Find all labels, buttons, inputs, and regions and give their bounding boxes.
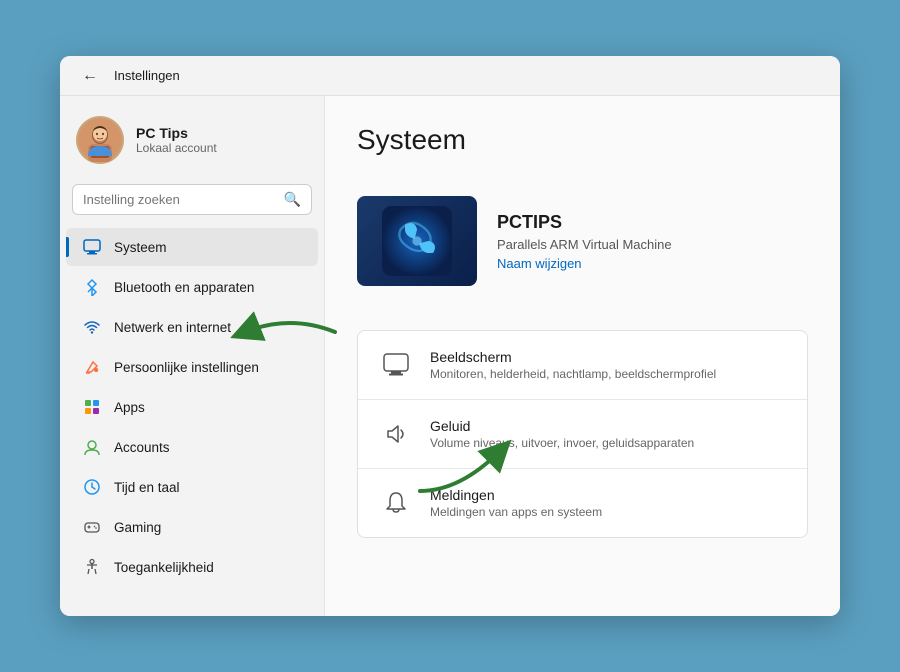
user-info: PC Tips Lokaal account xyxy=(136,125,217,155)
geluid-desc: Volume niveaus, uitvoer, invoer, geluids… xyxy=(430,436,694,450)
apps-icon xyxy=(82,397,102,417)
sidebar-item-persoonlijk[interactable]: Persoonlijke instellingen xyxy=(66,348,318,386)
titlebar: ← Instellingen xyxy=(60,56,840,96)
clock-icon xyxy=(82,477,102,497)
search-input[interactable] xyxy=(83,192,276,207)
beeldscherm-desc: Monitoren, helderheid, nachtlamp, beelds… xyxy=(430,367,716,381)
user-name: PC Tips xyxy=(136,125,217,141)
sidebar-item-toegankelijkheid[interactable]: Toegankelijkheid xyxy=(66,548,318,586)
window-title: Instellingen xyxy=(114,68,180,83)
device-info: PCTIPS Parallels ARM Virtual Machine Naa… xyxy=(497,212,672,271)
sidebar-label-gaming: Gaming xyxy=(114,520,161,535)
sidebar-item-netwerk[interactable]: Netwerk en internet xyxy=(66,308,318,346)
beeldscherm-icon xyxy=(378,347,414,383)
sidebar-item-tijd[interactable]: Tijd en taal xyxy=(66,468,318,506)
meldingen-text: Meldingen Meldingen van apps en systeem xyxy=(430,487,602,519)
device-description: Parallels ARM Virtual Machine xyxy=(497,237,672,252)
user-subtitle: Lokaal account xyxy=(136,141,217,155)
device-name: PCTIPS xyxy=(497,212,672,233)
meldingen-title: Meldingen xyxy=(430,487,602,503)
meldingen-desc: Meldingen van apps en systeem xyxy=(430,505,602,519)
settings-item-meldingen[interactable]: Meldingen Meldingen van apps en systeem xyxy=(358,469,807,537)
device-card: PCTIPS Parallels ARM Virtual Machine Naa… xyxy=(357,180,808,302)
accessibility-icon xyxy=(82,557,102,577)
beeldscherm-text: Beeldscherm Monitoren, helderheid, nacht… xyxy=(430,349,716,381)
sidebar-item-systeem[interactable]: Systeem xyxy=(66,228,318,266)
beeldscherm-title: Beeldscherm xyxy=(430,349,716,365)
device-thumbnail xyxy=(357,196,477,286)
sidebar-label-persoonlijk: Persoonlijke instellingen xyxy=(114,360,259,375)
avatar xyxy=(76,116,124,164)
sidebar-label-systeem: Systeem xyxy=(114,240,167,255)
paint-icon xyxy=(82,357,102,377)
sidebar-label-toegankelijkheid: Toegankelijkheid xyxy=(114,560,214,575)
sidebar-label-bluetooth: Bluetooth en apparaten xyxy=(114,280,254,295)
sidebar-label-tijd: Tijd en taal xyxy=(114,480,180,495)
user-section[interactable]: PC Tips Lokaal account xyxy=(60,108,324,180)
page-title: Systeem xyxy=(357,124,808,156)
settings-item-beeldscherm[interactable]: Beeldscherm Monitoren, helderheid, nacht… xyxy=(358,331,807,400)
search-box[interactable]: 🔍 xyxy=(72,184,312,215)
geluid-title: Geluid xyxy=(430,418,694,434)
settings-window: ← Instellingen xyxy=(60,56,840,616)
sidebar-label-netwerk: Netwerk en internet xyxy=(114,320,231,335)
settings-item-geluid[interactable]: Geluid Volume niveaus, uitvoer, invoer, … xyxy=(358,400,807,469)
main-content: Systeem xyxy=(325,96,840,616)
geluid-icon xyxy=(378,416,414,452)
monitor-icon xyxy=(82,237,102,257)
geluid-text: Geluid Volume niveaus, uitvoer, invoer, … xyxy=(430,418,694,450)
sidebar: PC Tips Lokaal account 🔍 xyxy=(60,96,325,616)
sidebar-item-gaming[interactable]: Gaming xyxy=(66,508,318,546)
game-icon xyxy=(82,517,102,537)
sidebar-item-apps[interactable]: Apps xyxy=(66,388,318,426)
sidebar-label-accounts: Accounts xyxy=(114,440,170,455)
sidebar-label-apps: Apps xyxy=(114,400,145,415)
settings-list: Beeldscherm Monitoren, helderheid, nacht… xyxy=(357,330,808,538)
rename-link[interactable]: Naam wijzigen xyxy=(497,256,672,271)
content-area: PC Tips Lokaal account 🔍 xyxy=(60,96,840,616)
wifi-icon xyxy=(82,317,102,337)
back-button[interactable]: ← xyxy=(76,62,104,90)
search-icon: 🔍 xyxy=(284,191,301,208)
meldingen-icon xyxy=(378,485,414,521)
sidebar-item-accounts[interactable]: Accounts xyxy=(66,428,318,466)
sidebar-item-bluetooth[interactable]: Bluetooth en apparaten xyxy=(66,268,318,306)
user-icon xyxy=(82,437,102,457)
bluetooth-icon xyxy=(82,277,102,297)
